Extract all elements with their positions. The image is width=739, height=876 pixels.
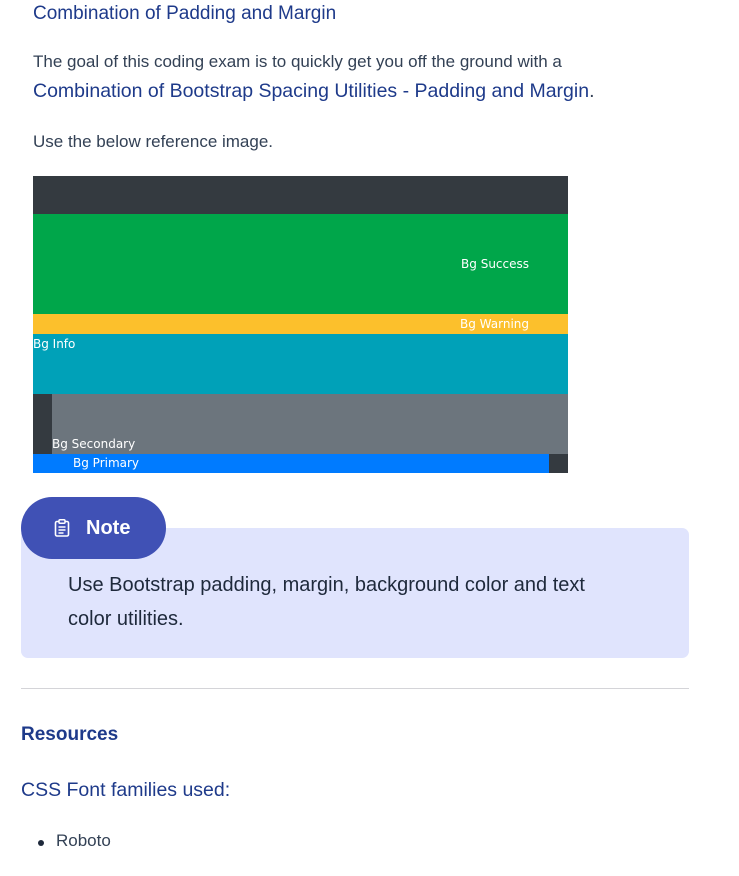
intro-topic: Combination of Bootstrap Spacing Utiliti… <box>33 80 594 103</box>
resources-heading: Resources <box>21 724 119 745</box>
bg-success-label: Bg Success <box>461 257 529 271</box>
bg-primary-block: Bg Primary <box>33 454 549 473</box>
bg-secondary-label: Bg Secondary <box>52 437 136 451</box>
list-bullet <box>38 840 44 846</box>
topic-link: Combination of Bootstrap Spacing Utiliti… <box>33 80 590 102</box>
bg-primary-label: Bg Primary <box>73 456 140 470</box>
reference-instruction: Use the below reference image. <box>33 132 274 151</box>
divider <box>21 688 689 689</box>
bg-info-block: Bg Info <box>33 334 568 394</box>
note-label: Note <box>86 516 131 539</box>
bg-success-block: Bg Success <box>33 214 568 314</box>
note-line-2: color utilities. <box>68 608 184 630</box>
page-title: Combination of Padding and Margin <box>33 3 337 24</box>
bg-secondary-block: Bg Secondary <box>52 394 568 454</box>
bg-info-label: Bg Info <box>33 337 76 351</box>
clipboard-icon <box>53 519 71 537</box>
reference-image: Bg Success Bg Warning Bg Info Bg Seconda… <box>33 176 568 473</box>
intro-period: . <box>589 80 595 102</box>
note-line-1: Use Bootstrap padding, margin, backgroun… <box>68 574 585 596</box>
bg-warning-block: Bg Warning <box>33 314 568 334</box>
note-badge: Note <box>21 497 166 559</box>
font-list-item: Roboto <box>56 831 111 850</box>
note-text: Use Bootstrap padding, margin, backgroun… <box>68 568 668 636</box>
font-families-heading: CSS Font families used: <box>21 779 231 801</box>
bg-warning-label: Bg Warning <box>460 317 529 331</box>
intro-text: The goal of this coding exam is to quick… <box>33 52 562 71</box>
